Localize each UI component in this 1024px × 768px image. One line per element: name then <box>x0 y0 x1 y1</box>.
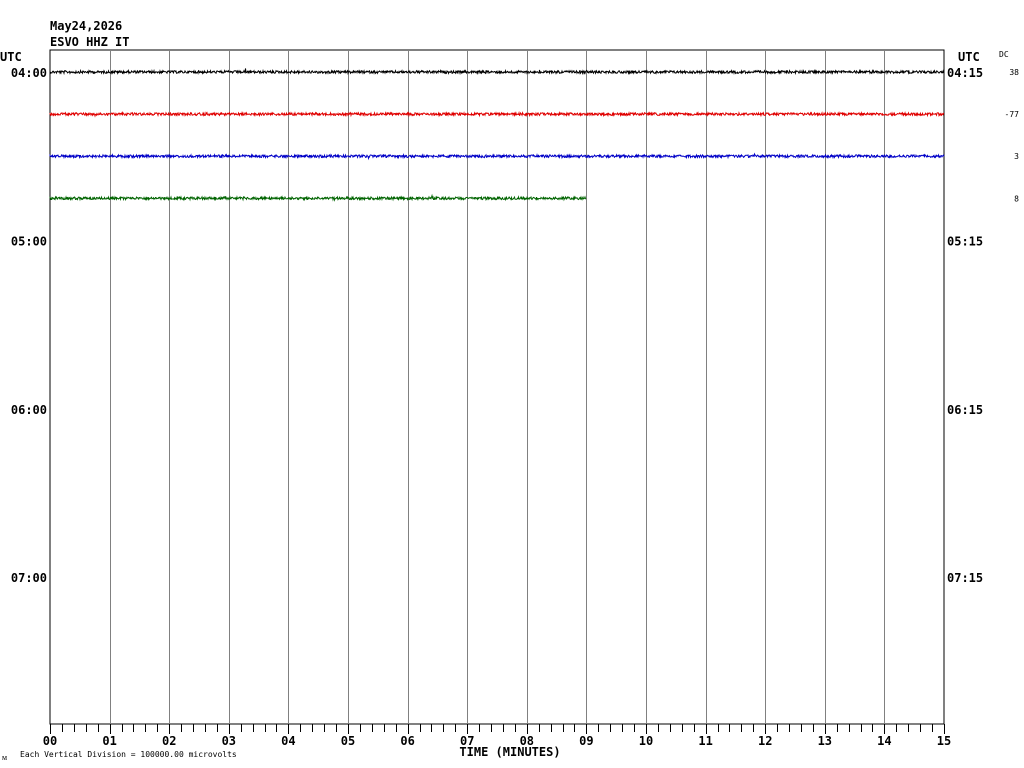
x-tick-label: 03 <box>222 734 236 748</box>
trace-row-0 <box>49 68 945 76</box>
x-tick-label: 02 <box>162 734 176 748</box>
x-tick-label: 09 <box>579 734 593 748</box>
trace-row-1 <box>49 110 945 118</box>
traces-group <box>49 68 945 202</box>
dc-value: 38 <box>1009 68 1019 77</box>
dc-labels: 38-7738 <box>1005 68 1020 203</box>
x-tick-label: 14 <box>877 734 891 748</box>
plot-frame <box>49 49 945 725</box>
row-label-right: 04:15 <box>947 66 983 80</box>
helicorder-plot: May24,2026 ESVO HHZ IT UTC UTC DC 04:000… <box>0 19 1020 762</box>
row-label-right: 06:15 <box>947 403 983 417</box>
x-tick-label: 05 <box>341 734 355 748</box>
date-label: May24,2026 <box>50 19 122 33</box>
row-label-right: 05:15 <box>947 234 983 248</box>
row-label-left: 07:00 <box>11 571 47 585</box>
trace-row-2 <box>49 152 945 161</box>
grid <box>49 49 945 725</box>
row-labels: 04:00 05:00 06:00 07:00 04:15 05:15 06:15 07:15 <box>11 66 983 585</box>
x-axis-label: TIME (MINUTES) <box>459 745 560 759</box>
row-label-left: 04:00 <box>11 66 47 80</box>
station-label: ESVO HHZ IT <box>50 35 129 49</box>
x-tick-label: 11 <box>698 734 712 748</box>
x-tick-label: 01 <box>102 734 116 748</box>
trace-row-3 <box>49 193 587 202</box>
division-note: Each Vertical Division = 100000.00 micro… <box>20 750 237 759</box>
x-tick-label: 00 <box>43 734 57 748</box>
dc-header-label: DC <box>999 50 1009 59</box>
corner-mark: ᴍ <box>2 753 7 762</box>
utc-right-label: UTC <box>958 50 980 64</box>
x-tick-label: 15 <box>937 734 951 748</box>
x-tick-label: 13 <box>818 734 832 748</box>
utc-left-label: UTC <box>0 50 22 64</box>
x-tick-label: 10 <box>639 734 653 748</box>
row-label-right: 07:15 <box>947 571 983 585</box>
dc-value: 3 <box>1014 152 1019 161</box>
dc-value: -77 <box>1005 110 1020 119</box>
x-tick-label: 12 <box>758 734 772 748</box>
row-label-left: 06:00 <box>11 403 47 417</box>
x-tick-label: 04 <box>281 734 295 748</box>
x-tick-label: 06 <box>400 734 414 748</box>
row-label-left: 05:00 <box>11 234 47 248</box>
dc-value: 8 <box>1014 194 1019 203</box>
